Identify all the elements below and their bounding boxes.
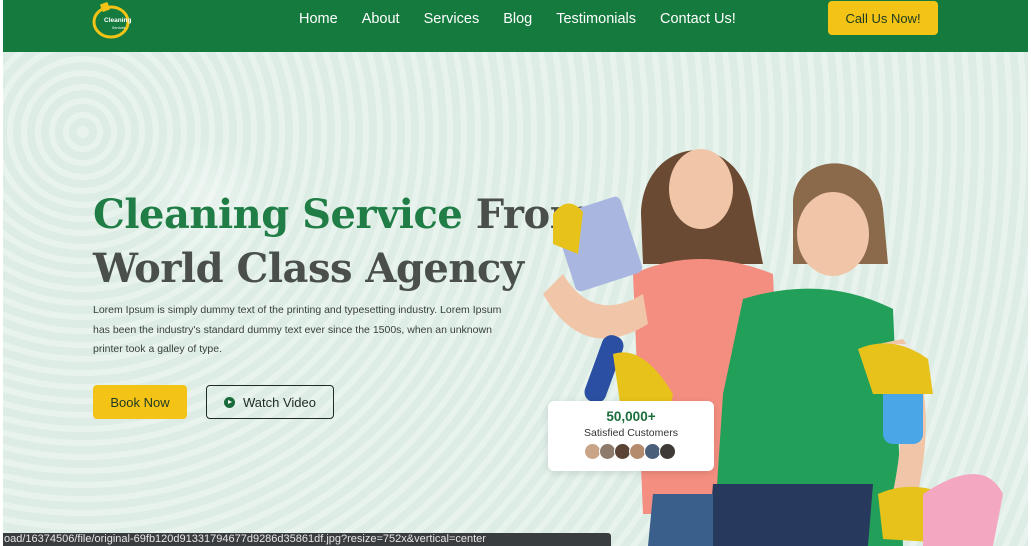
watch-video-label: Watch Video [243, 394, 316, 410]
site-header: Cleaning Services Home About Services Bl… [3, 0, 1028, 52]
nav-about[interactable]: About [362, 10, 400, 28]
logo[interactable]: Cleaning Services [91, 2, 137, 40]
nav-contact[interactable]: Contact Us! [660, 10, 736, 28]
play-circle-icon [224, 396, 235, 408]
main-nav: Home About Services Blog Testimonials Co… [299, 10, 760, 28]
logo-text: Cleaning [104, 17, 131, 24]
hero-title-line2: World Class Agency [93, 245, 524, 292]
avatar [659, 443, 676, 460]
watch-video-button[interactable]: Watch Video [206, 385, 334, 419]
stats-label: Satisfied Customers [584, 427, 678, 439]
hero-image [543, 149, 1003, 546]
customer-avatars [548, 443, 714, 460]
call-us-button[interactable]: Call Us Now! [828, 1, 938, 35]
stats-number: 50,000+ [606, 409, 656, 424]
page-frame: Cleaning Services Home About Services Bl… [3, 0, 1028, 546]
nav-home[interactable]: Home [299, 10, 338, 28]
hero-title-highlight: Cleaning Service [93, 191, 463, 238]
hero-section: Cleaning Service From World Class Agency… [3, 52, 1028, 546]
nav-testimonials[interactable]: Testimonials [556, 10, 636, 28]
logo-subtext: Services [112, 26, 126, 30]
browser-status-url: oad/16374506/file/original-69fb120d91331… [3, 533, 611, 546]
hero-title: Cleaning Service From World Class Agency [93, 188, 592, 296]
customers-stats-card: 50,000+ Satisfied Customers [548, 401, 714, 471]
book-now-button[interactable]: Book Now [93, 385, 187, 419]
nav-blog[interactable]: Blog [503, 10, 532, 28]
nav-services[interactable]: Services [424, 10, 480, 28]
hero-description: Lorem Ipsum is simply dummy text of the … [93, 304, 502, 355]
